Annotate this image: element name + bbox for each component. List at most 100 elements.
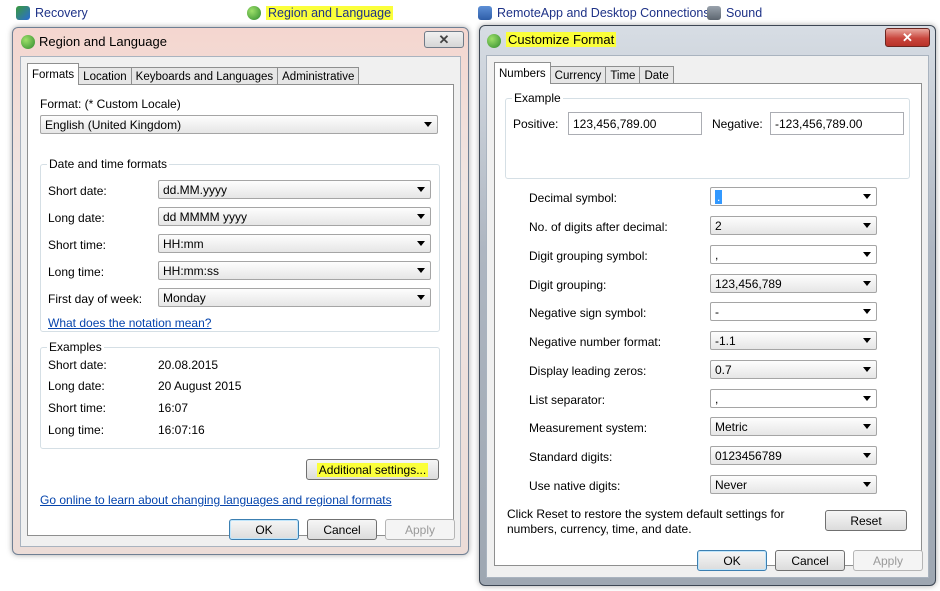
standard-digits-dropdown[interactable]: 0123456789 <box>710 446 877 465</box>
short-time-dropdown[interactable]: HH:mm <box>158 234 431 253</box>
native-digits-value: Never <box>715 477 748 492</box>
region-ok-label: OK <box>255 522 273 537</box>
chevron-down-icon <box>424 122 432 127</box>
leading-zeros-dropdown[interactable]: 0.7 <box>710 360 877 379</box>
digits-after-decimal-dropdown[interactable]: 2 <box>710 216 877 235</box>
long-time-label: Long time: <box>48 265 105 279</box>
tab-numbers[interactable]: Numbers <box>494 62 551 84</box>
close-icon: ✕ <box>902 29 913 45</box>
datetime-group-label: Date and time formats <box>47 157 170 171</box>
tab-keyboards-languages[interactable]: Keyboards and Languages <box>130 67 279 85</box>
format-dropdown[interactable]: English (United Kingdom) <box>40 115 438 134</box>
reset-help-text-1: Click Reset to restore the system defaul… <box>507 507 785 521</box>
example-group: Example Positive: 123,456,789.00 Negativ… <box>505 91 910 179</box>
customize-ok-button[interactable]: OK <box>697 550 767 571</box>
tab-time[interactable]: Time <box>605 66 641 84</box>
chevron-down-icon <box>863 482 871 487</box>
customize-cancel-button[interactable]: Cancel <box>775 550 845 571</box>
cp-sound-link[interactable]: Sound <box>707 4 762 22</box>
customize-dialog-titlebar[interactable]: Customize Format ✕ <box>480 26 935 54</box>
chevron-down-icon <box>863 424 871 429</box>
close-icon: ✕ <box>438 31 450 47</box>
native-digits-label: Use native digits: <box>529 479 621 493</box>
chevron-down-icon <box>863 396 871 401</box>
list-separator-label: List separator: <box>529 393 606 407</box>
additional-settings-button[interactable]: Additional settings... <box>306 459 439 480</box>
speaker-icon <box>707 6 721 20</box>
chevron-down-icon <box>863 453 871 458</box>
chevron-down-icon <box>863 194 871 199</box>
chevron-down-icon <box>417 295 425 300</box>
positive-example-field: 123,456,789.00 <box>568 112 702 135</box>
region-apply-button[interactable]: Apply <box>385 519 455 540</box>
customize-apply-button[interactable]: Apply <box>853 550 923 571</box>
region-ok-button[interactable]: OK <box>229 519 299 540</box>
short-time-value: HH:mm <box>163 236 204 251</box>
customize-dialog-title: Customize Format <box>506 32 617 47</box>
leading-zeros-label: Display leading zeros: <box>529 364 647 378</box>
tab-currency[interactable]: Currency <box>549 66 607 84</box>
long-date-dropdown[interactable]: dd MMMM yyyy <box>158 207 431 226</box>
native-digits-dropdown[interactable]: Never <box>710 475 877 494</box>
negative-sign-dropdown[interactable]: - <box>710 302 877 321</box>
globe-icon <box>21 35 35 49</box>
customize-apply-label: Apply <box>872 553 904 568</box>
tab-date[interactable]: Date <box>639 66 674 84</box>
negative-sign-label: Negative sign symbol: <box>529 306 647 320</box>
tab-date-label: Date <box>644 69 669 82</box>
region-dialog-close-button[interactable]: ✕ <box>424 31 464 48</box>
cp-recovery-label: Recovery <box>35 6 88 20</box>
long-date-value: dd MMMM yyyy <box>163 209 247 224</box>
notation-help-link[interactable]: What does the notation mean? <box>48 316 211 330</box>
tab-formats[interactable]: Formats <box>27 63 80 85</box>
short-date-dropdown[interactable]: dd.MM.yyyy <box>158 180 431 199</box>
measurement-system-dropdown[interactable]: Metric <box>710 417 877 436</box>
reset-button[interactable]: Reset <box>825 510 907 531</box>
chevron-down-icon <box>863 281 871 286</box>
cp-recovery-link[interactable]: Recovery <box>16 4 88 22</box>
format-value: English (United Kingdom) <box>45 117 182 132</box>
negative-number-format-dropdown[interactable]: -1.1 <box>710 331 877 350</box>
positive-label: Positive: <box>513 117 559 131</box>
customize-dialog-close-button[interactable]: ✕ <box>885 28 930 47</box>
customize-dialog-client: Numbers Currency Time Date Example Posit… <box>486 55 929 578</box>
remoteapp-icon <box>478 6 492 20</box>
chevron-down-icon <box>863 367 871 372</box>
long-time-value: HH:mm:ss <box>163 263 219 278</box>
long-time-dropdown[interactable]: HH:mm:ss <box>158 261 431 280</box>
tab-location[interactable]: Location <box>78 67 132 85</box>
measurement-system-label: Measurement system: <box>529 421 648 435</box>
cp-region-language-link[interactable]: Region and Language <box>247 4 394 22</box>
negative-sign-value: - <box>715 304 719 319</box>
standard-digits-label: Standard digits: <box>529 450 613 464</box>
example-short-date-value: 20.08.2015 <box>158 358 219 372</box>
digit-grouping-dropdown[interactable]: 123,456,789 <box>710 274 877 293</box>
chevron-down-icon <box>417 187 425 192</box>
first-day-label: First day of week: <box>48 292 143 306</box>
region-dialog-client: Formats Location Keyboards and Languages… <box>20 56 461 547</box>
tab-time-label: Time <box>610 69 636 82</box>
measurement-system-value: Metric <box>715 419 748 434</box>
region-dialog-titlebar[interactable]: Region and Language ✕ <box>13 28 468 56</box>
datetime-group: Date and time formats Short date: dd.MM.… <box>40 157 440 332</box>
tab-keyboards-label: Keyboards and Languages <box>135 70 274 83</box>
cp-sound-label: Sound <box>726 6 763 20</box>
negative-example-field: -123,456,789.00 <box>770 112 904 135</box>
decimal-symbol-dropdown[interactable]: . <box>710 187 877 206</box>
tab-administrative[interactable]: Administrative <box>277 67 360 85</box>
cp-remoteapp-link[interactable]: RemoteApp and Desktop Connections <box>478 4 710 22</box>
customize-tabs: Numbers Currency Time Date <box>494 62 674 84</box>
region-dialog-title: Region and Language <box>39 34 167 49</box>
region-cancel-button[interactable]: Cancel <box>307 519 377 540</box>
cp-remoteapp-label: RemoteApp and Desktop Connections <box>497 6 710 20</box>
leading-zeros-value: 0.7 <box>715 362 732 377</box>
first-day-dropdown[interactable]: Monday <box>158 288 431 307</box>
chevron-down-icon <box>863 223 871 228</box>
tab-administrative-label: Administrative <box>282 70 355 83</box>
digits-after-decimal-label: No. of digits after decimal: <box>529 220 668 234</box>
example-short-time-value: 16:07 <box>158 401 189 415</box>
digit-grouping-symbol-dropdown[interactable]: , <box>710 245 877 264</box>
online-help-link[interactable]: Go online to learn about changing langua… <box>40 493 392 507</box>
list-separator-dropdown[interactable]: , <box>710 389 877 408</box>
standard-digits-value: 0123456789 <box>715 448 782 463</box>
